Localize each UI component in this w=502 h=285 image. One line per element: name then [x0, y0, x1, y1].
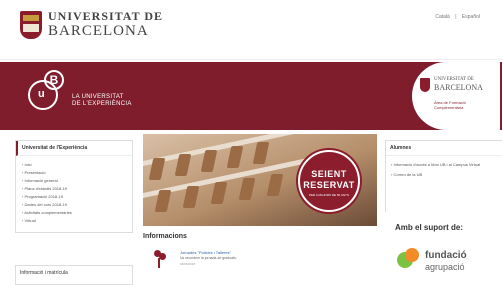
- ub-logo-line1: UNIVERSITAT DE: [48, 9, 164, 23]
- news-item-title[interactable]: Jornades "Policies i Talleres": [180, 250, 231, 255]
- site-header: UNIVERSITAT DE BARCELONA Català | Españo…: [0, 0, 502, 60]
- badge-line2: RESERVAT: [303, 180, 355, 190]
- sidebar-item-activitats[interactable]: Activitats complementàries: [22, 209, 126, 217]
- lang-separator: |: [455, 14, 457, 20]
- badge-line1: SEIENT: [311, 169, 347, 179]
- banner-title: LA UNIVERSITAT DE L'EXPERIÈNCIA: [72, 94, 132, 108]
- badge-line3: PER A MAJORS DE 50 ANYS: [308, 193, 349, 197]
- news-item-date: 06/06/2018: [180, 262, 196, 266]
- uex-logo-circle-b: B: [44, 70, 64, 90]
- ub-shield-icon-small: [420, 78, 430, 92]
- sidebar-item-informacio-general[interactable]: Informació general: [22, 177, 126, 185]
- banner-ub-subtitle: Àrea de Formació Complementària: [434, 100, 466, 110]
- lang-espanol-link[interactable]: Español: [462, 14, 480, 20]
- sidebar-item-plans-estudis[interactable]: Plans d'estudis 2018-19: [22, 185, 126, 193]
- support-box: Amb el suport de: fundació agrupació: [385, 212, 502, 285]
- sidebar-item-inici[interactable]: Inici: [22, 161, 126, 169]
- banner-title-line1: LA UNIVERSITAT: [72, 94, 124, 100]
- sponsor-name-line1[interactable]: fundació: [425, 250, 467, 261]
- info-matricula-title: Informació i matrícula: [20, 270, 68, 276]
- sidebar-item-dades-curs[interactable]: Dades del curs 2018-19: [22, 201, 126, 209]
- informacions-heading: Informacions: [143, 233, 187, 240]
- banner-ub-line1: UNIVERSITAT DE: [434, 77, 474, 82]
- news-item-desc: Us recordem la jornada de graduats.: [180, 256, 237, 260]
- alumnes-title: Alumnes: [386, 141, 502, 156]
- alumnes-link-campus-virtual[interactable]: Informació d'accés a Món UB i al Campus …: [391, 162, 497, 168]
- banner-title-line2: DE L'EXPERIÈNCIA: [72, 101, 132, 107]
- uex-logo-letter-u: u: [38, 88, 45, 100]
- ub-logo[interactable]: UNIVERSITAT DE BARCELONA: [20, 10, 163, 39]
- banner-ub-badge[interactable]: UNIVERSITAT DE BARCELONA Àrea de Formaci…: [412, 62, 500, 130]
- language-switcher: Català | Español: [431, 14, 480, 20]
- ub-shield-icon: [20, 10, 42, 39]
- sidebar-item-presentacio[interactable]: Presentació: [22, 169, 126, 177]
- info-matricula-box[interactable]: Informació i matrícula: [15, 265, 133, 285]
- news-item[interactable]: Jornades "Policies i Talleres" Us record…: [150, 248, 370, 272]
- banner-ub-line2: BARCELONA: [434, 83, 483, 92]
- reserved-seat-badge: SEIENT RESERVAT PER A MAJORS DE 50 ANYS: [298, 150, 360, 212]
- sponsor-name-line2[interactable]: agrupació: [425, 262, 465, 272]
- news-flower-icon: [154, 250, 166, 268]
- lang-catala-link[interactable]: Català: [435, 14, 449, 20]
- alumnes-link-correu[interactable]: Correu de la UB: [391, 172, 497, 178]
- support-title: Amb el suport de:: [395, 223, 464, 232]
- sidebar-item-programacio[interactable]: Programació 2018-19: [22, 193, 126, 201]
- sidebar-title: Universitat de l'Experiència: [16, 141, 132, 156]
- fundacio-agrupacio-logo-icon: [397, 248, 419, 270]
- hero-image: SEIENT RESERVAT PER A MAJORS DE 50 ANYS: [143, 134, 377, 226]
- ub-logo-line2: BARCELONA: [48, 23, 149, 39]
- sidebar-item-virtual[interactable]: Virtual: [22, 217, 126, 225]
- sidebar-nav: Universitat de l'Experiència Inici Prese…: [15, 140, 133, 233]
- banner-ub-sub-line2: Complementària: [434, 105, 464, 110]
